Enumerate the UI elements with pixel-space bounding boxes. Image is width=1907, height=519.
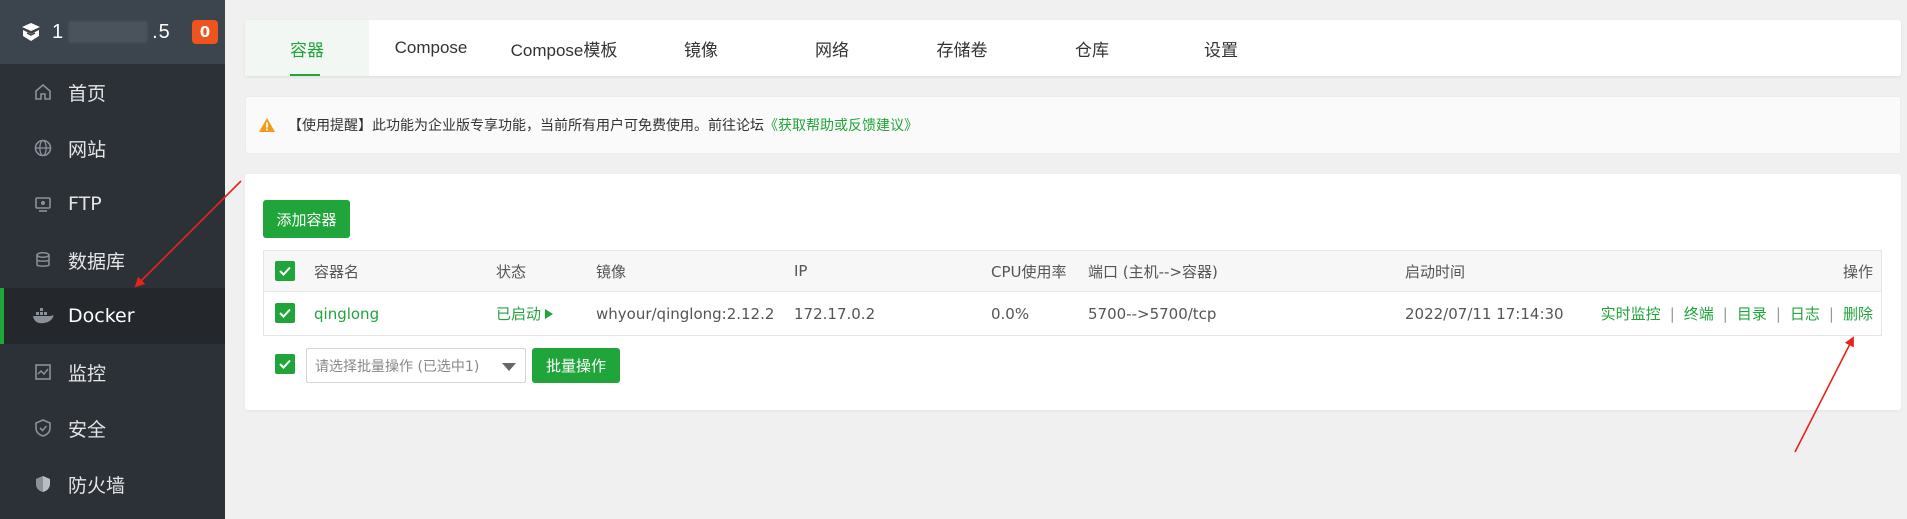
- sidebar-item-label: FTP: [68, 193, 102, 215]
- tab-images[interactable]: 镜像: [635, 20, 767, 76]
- tab-bar: 容器 Compose Compose模板 镜像 网络 存储卷 仓库 设置: [245, 20, 1901, 76]
- container-name-link[interactable]: qinglong: [314, 292, 379, 335]
- sidebar-item-label: Docker: [68, 305, 135, 327]
- sidebar-item-security[interactable]: 安全: [0, 400, 225, 456]
- play-icon: [545, 308, 554, 319]
- header-image: 镜像: [596, 262, 627, 281]
- header-start-time: 启动时间: [1405, 262, 1466, 281]
- row-actions: 实时监控 | 终端 | 目录 | 日志 | 删除: [1601, 292, 1873, 335]
- tab-containers[interactable]: 容器: [245, 20, 369, 76]
- header-status: 状态: [496, 262, 527, 281]
- sidebar-item-label: 数据库: [68, 250, 126, 273]
- home-icon: [32, 81, 54, 103]
- log-link[interactable]: 日志: [1790, 303, 1820, 324]
- server-header[interactable]: 1.5 0: [0, 0, 225, 64]
- tab-compose-templates[interactable]: Compose模板: [493, 20, 635, 76]
- terminal-link[interactable]: 终端: [1684, 303, 1714, 324]
- warning-icon: [259, 118, 275, 132]
- separator: |: [1722, 304, 1728, 323]
- sidebar-item-database[interactable]: 数据库: [0, 232, 225, 288]
- container-start-time: 2022/07/11 17:14:30: [1405, 304, 1564, 323]
- sidebar-item-docker[interactable]: Docker: [0, 288, 225, 344]
- separator: |: [1828, 304, 1834, 323]
- sidebar-item-ftp[interactable]: FTP: [0, 176, 225, 232]
- side-menu: 首页 网站 FTP 数据库 Docker 监控 安全 防火墙: [0, 64, 225, 519]
- container-status[interactable]: 已启动: [496, 292, 554, 335]
- sidebar-item-label: 安全: [68, 418, 107, 441]
- status-text: 已启动: [496, 305, 542, 323]
- redacted-mask: [68, 21, 149, 44]
- server-logo-icon: [22, 23, 40, 41]
- directory-link[interactable]: 目录: [1737, 303, 1767, 324]
- notice-text: 【使用提醒】此功能为企业版专享功能，当前所有用户可免费使用。前往论坛: [288, 118, 764, 134]
- sidebar-item-monitor[interactable]: 监控: [0, 344, 225, 400]
- batch-select-placeholder: 请选择批量操作 (已选中1): [315, 358, 480, 375]
- container-table: 容器名 状态 镜像 IP CPU使用率 端口 (主机-->容器) 启动时间 操作…: [263, 250, 1882, 336]
- delete-link[interactable]: 删除: [1843, 303, 1873, 324]
- sidebar-item-home[interactable]: 首页: [0, 64, 225, 120]
- database-icon: [32, 249, 54, 271]
- batch-operation-select[interactable]: 请选择批量操作 (已选中1): [306, 348, 526, 383]
- sidebar-item-website[interactable]: 网站: [0, 120, 225, 176]
- server-name: 1.5: [52, 20, 171, 44]
- batch-operation-button[interactable]: 批量操作: [532, 348, 620, 383]
- table-row: qinglong 已启动 whyour/qinglong:2.12.2 172.…: [264, 292, 1881, 335]
- header-cpu: CPU使用率: [991, 262, 1067, 281]
- container-panel: 添加容器 容器名 状态 镜像 IP CPU使用率 端口 (主机-->容器) 启动…: [245, 174, 1901, 410]
- header-port: 端口 (主机-->容器): [1088, 262, 1218, 281]
- firewall-icon: [32, 473, 54, 495]
- header-ip: IP: [794, 262, 808, 280]
- sidebar-item-label: 网站: [68, 138, 107, 161]
- sidebar-item-firewall[interactable]: 防火墙: [0, 456, 225, 512]
- help-feedback-link[interactable]: 《获取帮助或反馈建议》: [764, 115, 918, 135]
- add-container-button[interactable]: 添加容器: [263, 200, 350, 238]
- separator: |: [1775, 304, 1781, 323]
- table-header: 容器名 状态 镜像 IP CPU使用率 端口 (主机-->容器) 启动时间 操作: [264, 251, 1881, 292]
- container-image: whyour/qinglong:2.12.2: [596, 304, 775, 323]
- container-ip: 172.17.0.2: [794, 304, 876, 323]
- batch-checkbox[interactable]: [275, 354, 295, 374]
- row-checkbox[interactable]: [275, 303, 295, 323]
- sidebar-item-label: 监控: [68, 362, 107, 385]
- globe-icon: [32, 137, 54, 159]
- header-ops: 操作: [1842, 262, 1873, 281]
- separator: |: [1669, 304, 1675, 323]
- monitor-icon: [32, 361, 54, 383]
- notification-badge[interactable]: 0: [192, 20, 218, 44]
- container-cpu: 0.0%: [991, 304, 1030, 323]
- sidebar: 1.5 0 首页 网站 FTP 数据库 Docker 监控 安全 防火墙: [0, 0, 225, 519]
- tab-settings[interactable]: 设置: [1157, 20, 1285, 76]
- sidebar-item-label: 防火墙: [68, 474, 126, 497]
- container-port: 5700-->5700/tcp: [1088, 304, 1217, 323]
- docker-icon: [32, 305, 54, 327]
- tab-compose[interactable]: Compose: [369, 20, 493, 76]
- realtime-monitor-link[interactable]: 实时监控: [1601, 303, 1661, 324]
- sidebar-item-label: 首页: [68, 82, 107, 105]
- tab-volumes[interactable]: 存储卷: [897, 20, 1027, 76]
- select-all-checkbox[interactable]: [275, 261, 295, 281]
- tab-registry[interactable]: 仓库: [1027, 20, 1157, 76]
- chevron-down-icon: [502, 363, 516, 371]
- shield-icon: [32, 417, 54, 439]
- ftp-icon: [32, 193, 54, 215]
- usage-notice: 【使用提醒】此功能为企业版专享功能，当前所有用户可免费使用。前往论坛 《获取帮助…: [245, 96, 1901, 154]
- header-name[interactable]: 容器名: [314, 251, 359, 291]
- tab-network[interactable]: 网络: [767, 20, 897, 76]
